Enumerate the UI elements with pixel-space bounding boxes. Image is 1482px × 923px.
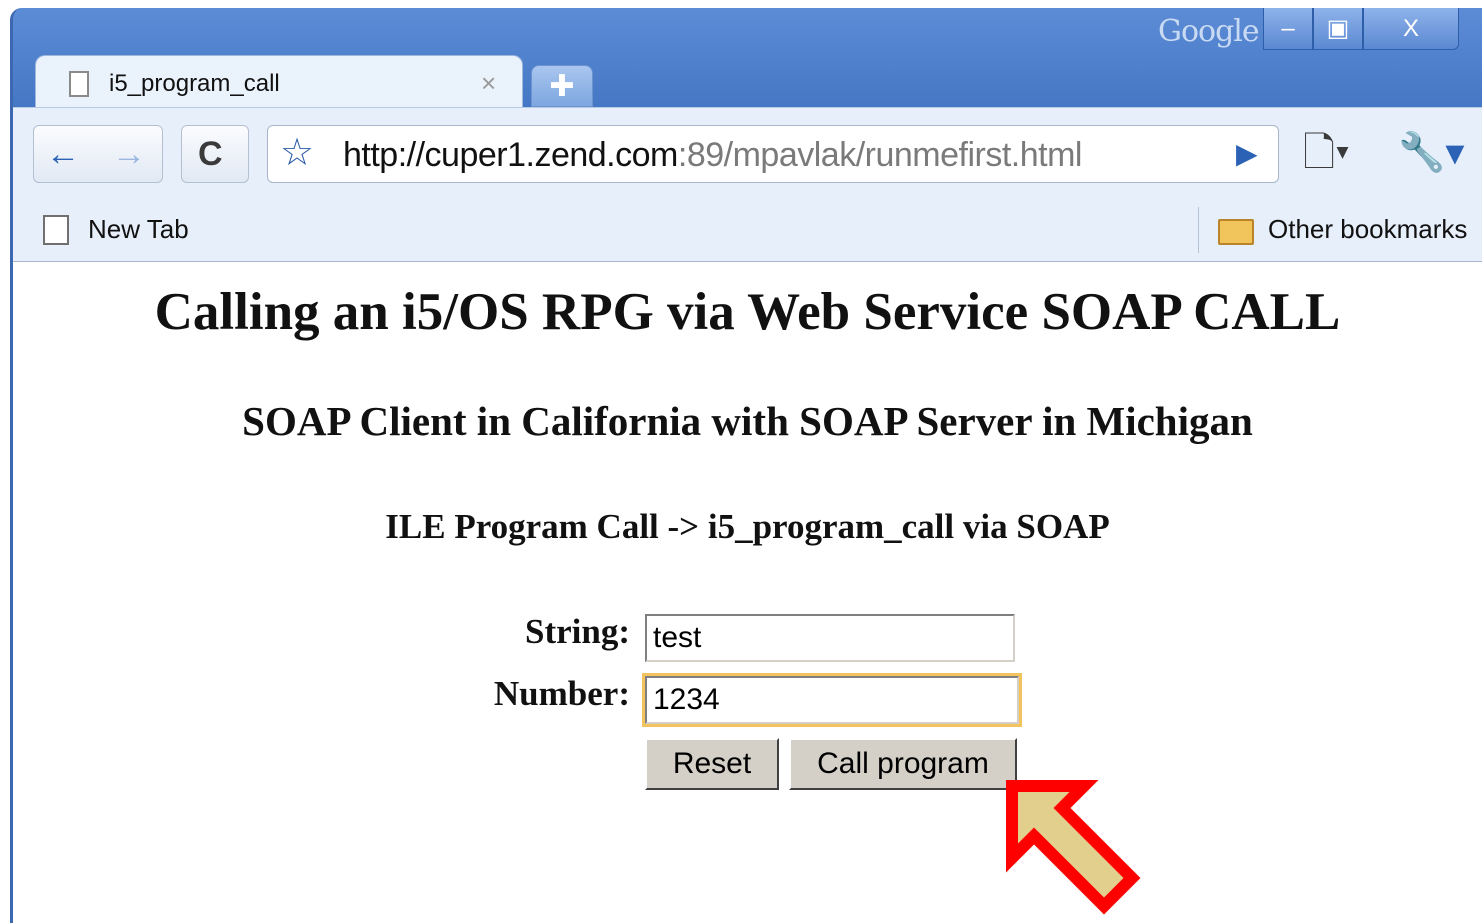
close-window-button[interactable]: X [1363, 8, 1459, 50]
tab-title: i5_program_call [109, 70, 280, 97]
url-host: http://cuper1.zend.com [343, 136, 678, 174]
page-title: Calling an i5/OS RPG via Web Service SOA… [154, 283, 1341, 341]
page-content: Calling an i5/OS RPG via Web Service SOA… [13, 262, 1482, 923]
url-path: :89/mpavlak/runmefirst.html [677, 136, 1083, 174]
browser-window: Google ‒ ▣ X i5_program_call × ✚ ← → C ☆… [10, 8, 1482, 923]
reload-button[interactable]: C [181, 125, 249, 183]
url-text[interactable]: http://cuper1.zend.com:89/mpavlak/runmef… [343, 136, 1082, 174]
number-label: Number: [493, 674, 630, 713]
new-tab-button[interactable]: ✚ [531, 65, 593, 107]
address-bar[interactable]: ☆ http://cuper1.zend.com:89/mpavlak/runm… [267, 125, 1279, 183]
document-icon [43, 215, 69, 245]
wrench-menu-icon[interactable]: 🔧▾ [1398, 128, 1464, 178]
pointer-arrow-icon [1006, 780, 1141, 915]
maximize-button[interactable]: ▣ [1313, 8, 1363, 50]
string-label: String: [525, 612, 630, 651]
window-controls: ‒ ▣ X [1263, 8, 1459, 52]
google-branding: Google [1158, 14, 1260, 49]
bookmarks-divider [1198, 207, 1199, 253]
tab-close-icon[interactable]: × [481, 68, 496, 99]
back-arrow-icon[interactable]: ← [46, 134, 80, 174]
go-play-icon[interactable]: ▶ [1236, 134, 1258, 174]
title-bar: Google ‒ ▣ X i5_program_call × ✚ [13, 8, 1482, 115]
bookmark-new-tab[interactable]: New Tab [88, 214, 189, 245]
page-menu-icon[interactable]: 🗋▾ [1303, 128, 1350, 178]
program-call-heading: ILE Program Call -> i5_program_call via … [385, 507, 1110, 546]
number-field[interactable] [642, 673, 1022, 727]
folder-icon [1218, 219, 1254, 245]
minimize-button[interactable]: ‒ [1263, 8, 1313, 50]
document-icon [69, 71, 89, 97]
bookmark-star-icon[interactable]: ☆ [280, 132, 314, 174]
string-field[interactable] [645, 614, 1015, 662]
call-program-button[interactable]: Call program [789, 738, 1017, 790]
reset-button[interactable]: Reset [645, 738, 779, 790]
arrow-shape [1006, 780, 1141, 915]
other-bookmarks[interactable]: Other bookmarks [1268, 214, 1467, 245]
browser-toolbar: ← → C ☆ http://cuper1.zend.com:89/mpavla… [13, 107, 1482, 200]
page-subtitle: SOAP Client in California with SOAP Serv… [242, 398, 1253, 444]
navigation-buttons: ← → [33, 125, 163, 183]
forward-arrow-icon[interactable]: → [112, 134, 146, 174]
reload-icon: C [198, 135, 223, 173]
bookmarks-bar: New Tab Other bookmarks [13, 199, 1482, 262]
plus-icon: ✚ [549, 69, 575, 103]
tab-i5-program-call[interactable]: i5_program_call × [35, 55, 523, 115]
